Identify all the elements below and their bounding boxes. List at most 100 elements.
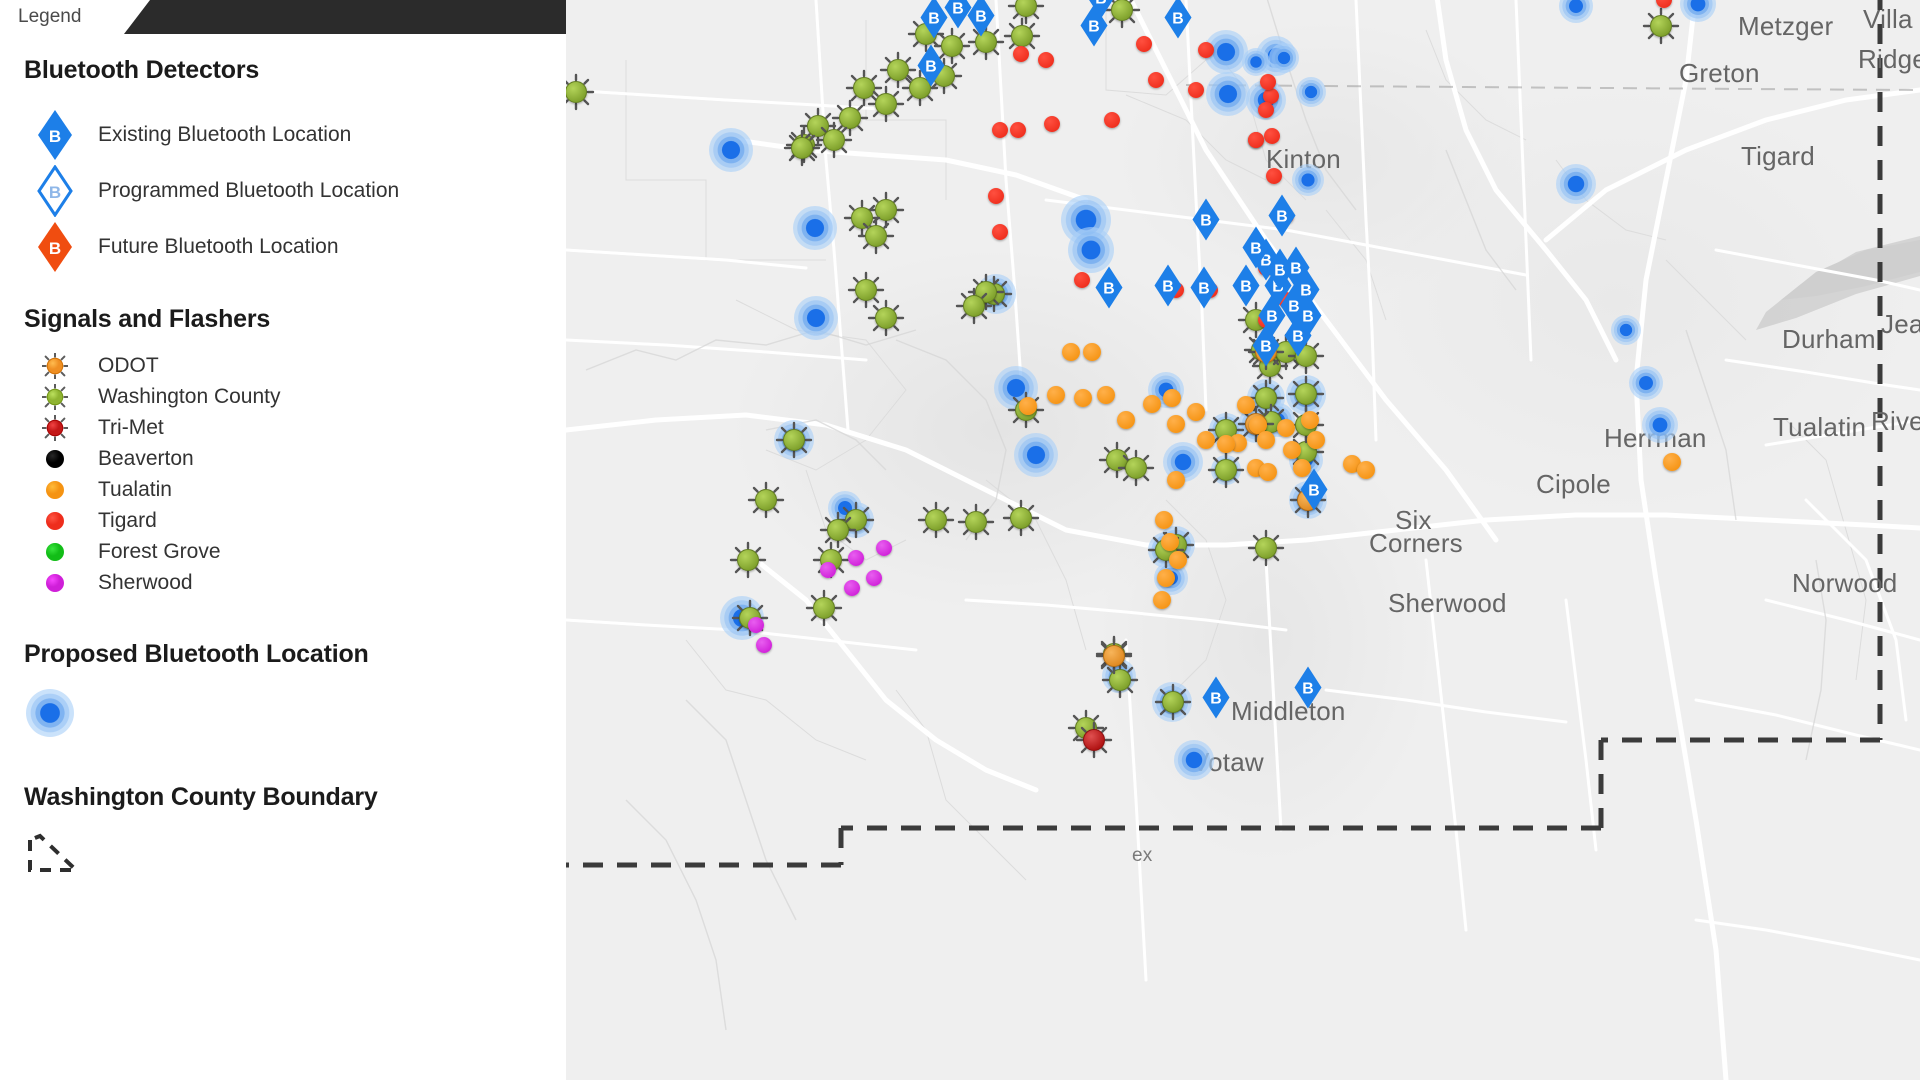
signal-burst-marker[interactable] bbox=[854, 214, 898, 258]
signal-marker[interactable] bbox=[1097, 386, 1115, 404]
signal-marker[interactable] bbox=[820, 562, 836, 578]
proposed-bluetooth-marker[interactable] bbox=[1296, 77, 1326, 107]
existing-bluetooth-marker[interactable]: B bbox=[1094, 266, 1123, 315]
signal-marker[interactable] bbox=[1167, 471, 1185, 489]
signal-burst-marker[interactable] bbox=[566, 70, 598, 114]
signal-burst-marker[interactable] bbox=[1072, 718, 1116, 762]
signal-marker[interactable] bbox=[1277, 419, 1295, 437]
signal-burst-marker[interactable] bbox=[1204, 448, 1248, 492]
signal-marker[interactable] bbox=[1217, 435, 1235, 453]
signal-burst-marker[interactable] bbox=[744, 478, 788, 522]
signal-burst-marker[interactable] bbox=[1004, 0, 1048, 28]
signal-burst-marker[interactable] bbox=[954, 500, 998, 544]
legend-item-odot[interactable]: ODOT bbox=[24, 350, 566, 381]
map-canvas[interactable]: MetzgerVillaRidgeEnglewoodGretonTigardKi… bbox=[566, 0, 1920, 1080]
signal-burst-marker[interactable] bbox=[1244, 526, 1288, 570]
signal-marker[interactable] bbox=[748, 617, 764, 633]
signal-marker[interactable] bbox=[866, 570, 882, 586]
proposed-bluetooth-marker[interactable] bbox=[1611, 315, 1641, 345]
signal-marker[interactable] bbox=[1163, 389, 1181, 407]
existing-bluetooth-marker[interactable]: B bbox=[1163, 0, 1192, 45]
signal-marker[interactable] bbox=[1074, 272, 1090, 288]
proposed-bluetooth-marker[interactable] bbox=[1292, 164, 1324, 196]
signal-burst-marker[interactable] bbox=[864, 296, 908, 340]
signal-marker[interactable] bbox=[1136, 36, 1152, 52]
legend-item-tualatin[interactable]: Tualatin bbox=[24, 474, 566, 505]
signal-marker[interactable] bbox=[844, 580, 860, 596]
proposed-bluetooth-marker[interactable] bbox=[1242, 48, 1270, 76]
signal-marker[interactable] bbox=[1010, 122, 1026, 138]
proposed-bluetooth-marker[interactable] bbox=[1556, 164, 1596, 204]
legend-item-washington-county[interactable]: Washington County bbox=[24, 381, 566, 412]
existing-bluetooth-marker[interactable]: B bbox=[1079, 4, 1108, 53]
signal-burst-marker[interactable] bbox=[1639, 4, 1683, 48]
signal-marker[interactable] bbox=[848, 550, 864, 566]
existing-bluetooth-marker[interactable]: B bbox=[916, 44, 945, 93]
signal-marker[interactable] bbox=[1248, 132, 1264, 148]
existing-bluetooth-marker[interactable]: B bbox=[966, 0, 995, 43]
signal-burst-marker[interactable] bbox=[772, 418, 816, 462]
signal-marker[interactable] bbox=[1307, 431, 1325, 449]
signal-marker[interactable] bbox=[1019, 397, 1037, 415]
legend-item-tigard[interactable]: Tigard bbox=[24, 505, 566, 536]
signal-marker[interactable] bbox=[1038, 52, 1054, 68]
signal-marker[interactable] bbox=[876, 540, 892, 556]
signal-marker[interactable] bbox=[1161, 533, 1179, 551]
signal-marker[interactable] bbox=[1104, 112, 1120, 128]
existing-bluetooth-marker[interactable]: B bbox=[1251, 324, 1280, 373]
signal-marker[interactable] bbox=[1259, 463, 1277, 481]
signal-marker[interactable] bbox=[1074, 389, 1092, 407]
existing-bluetooth-marker[interactable]: B bbox=[1299, 468, 1328, 517]
signal-marker[interactable] bbox=[1157, 569, 1175, 587]
existing-bluetooth-marker[interactable]: B bbox=[1189, 266, 1218, 315]
signal-marker[interactable] bbox=[1044, 116, 1060, 132]
legend-item-future-bluetooth-location[interactable]: B Future Bluetooth Location bbox=[24, 219, 566, 275]
signal-burst-marker[interactable] bbox=[1114, 446, 1158, 490]
signal-marker[interactable] bbox=[1169, 551, 1187, 569]
legend-item-beaverton[interactable]: Beaverton bbox=[24, 443, 566, 474]
proposed-bluetooth-marker[interactable] bbox=[709, 128, 753, 172]
proposed-bluetooth-marker[interactable] bbox=[1642, 407, 1678, 443]
signal-marker[interactable] bbox=[1237, 396, 1255, 414]
signal-marker[interactable] bbox=[992, 122, 1008, 138]
signal-marker[interactable] bbox=[1187, 403, 1205, 421]
signal-marker[interactable] bbox=[1357, 461, 1375, 479]
signal-marker[interactable] bbox=[1153, 591, 1171, 609]
signal-burst-marker[interactable] bbox=[952, 284, 996, 328]
signal-marker[interactable] bbox=[1260, 74, 1276, 90]
signal-burst-marker[interactable] bbox=[1092, 634, 1136, 678]
legend-item-sherwood[interactable]: Sherwood bbox=[24, 567, 566, 598]
signal-burst-marker[interactable] bbox=[780, 126, 824, 170]
legend-item-forest-grove[interactable]: Forest Grove bbox=[24, 536, 566, 567]
signal-marker[interactable] bbox=[1301, 411, 1319, 429]
signal-marker[interactable] bbox=[1117, 411, 1135, 429]
legend-item-existing-bluetooth-location[interactable]: B Existing Bluetooth Location bbox=[24, 107, 566, 163]
signal-burst-marker[interactable] bbox=[1151, 680, 1195, 724]
signal-marker[interactable] bbox=[1083, 343, 1101, 361]
proposed-bluetooth-marker[interactable] bbox=[1014, 433, 1058, 477]
proposed-bluetooth-marker[interactable] bbox=[1269, 43, 1299, 73]
signal-marker[interactable] bbox=[992, 224, 1008, 240]
signal-marker[interactable] bbox=[1167, 415, 1185, 433]
signal-marker[interactable] bbox=[1013, 46, 1029, 62]
legend-panel[interactable]: Legend Bluetooth Detectors B Existing Bl… bbox=[0, 0, 566, 1080]
signal-marker[interactable] bbox=[1266, 168, 1282, 184]
existing-bluetooth-marker[interactable]: B bbox=[1293, 666, 1322, 715]
signal-burst-marker[interactable] bbox=[802, 586, 846, 630]
existing-bluetooth-marker[interactable]: B bbox=[1191, 198, 1220, 247]
proposed-bluetooth-marker[interactable] bbox=[793, 206, 837, 250]
proposed-bluetooth-marker[interactable] bbox=[794, 296, 838, 340]
signal-marker[interactable] bbox=[988, 188, 1004, 204]
signal-marker[interactable] bbox=[1197, 431, 1215, 449]
legend-item-tri-met[interactable]: Tri-Met bbox=[24, 412, 566, 443]
signal-marker[interactable] bbox=[1198, 42, 1214, 58]
signal-burst-marker[interactable] bbox=[914, 498, 958, 542]
signal-marker[interactable] bbox=[756, 637, 772, 653]
signal-marker[interactable] bbox=[1257, 431, 1275, 449]
signal-marker[interactable] bbox=[1047, 386, 1065, 404]
signal-marker[interactable] bbox=[1258, 102, 1274, 118]
signal-marker[interactable] bbox=[1188, 82, 1204, 98]
existing-bluetooth-marker[interactable]: B bbox=[1153, 264, 1182, 313]
existing-bluetooth-marker[interactable]: B bbox=[1267, 194, 1296, 243]
signal-marker[interactable] bbox=[1264, 128, 1280, 144]
